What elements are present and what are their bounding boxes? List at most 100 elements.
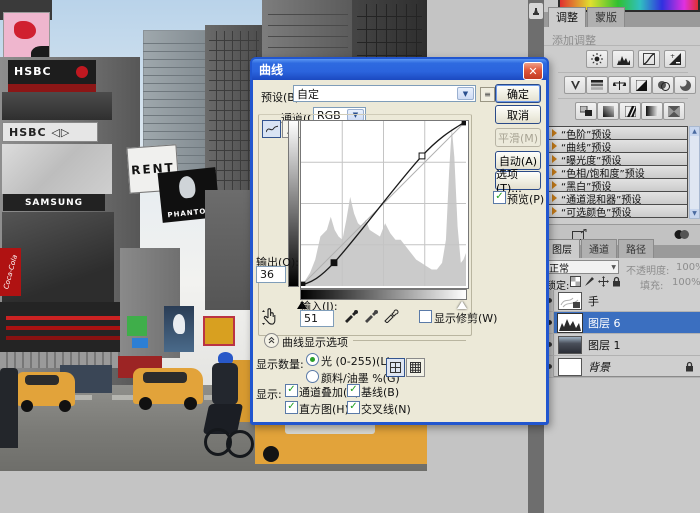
photo-hsbc-logo-1	[76, 66, 88, 78]
opacity-label: 不透明度:	[626, 262, 669, 277]
preset-group-hue-saturation[interactable]: “色相/饱和度”预设	[548, 165, 688, 179]
preset-label: “色相/饱和度”预设	[561, 165, 645, 179]
layer-thumbnail[interactable]	[558, 358, 582, 376]
layer-row-layer1[interactable]: 图层 1	[544, 334, 700, 356]
collapsed-panel-button[interactable]	[529, 3, 543, 19]
targeted-adjustment-tool-icon[interactable]	[261, 308, 279, 326]
expand-triangle-icon	[552, 207, 557, 215]
preview-checkbox[interactable]: ✓	[493, 191, 506, 204]
layer-row-layer6-selected[interactable]: 图层 6	[544, 312, 700, 334]
clip-to-layer-button[interactable]	[674, 229, 690, 240]
color-balance-icon[interactable]	[608, 76, 630, 94]
show-clipping-label: 显示修剪(W)	[434, 310, 497, 326]
preset-group-black-white[interactable]: “黑白”预设	[548, 178, 688, 192]
curves-icon[interactable]	[638, 50, 660, 68]
photo-green-billboard	[127, 316, 147, 336]
layer-row-background[interactable]: 背景	[544, 356, 700, 378]
vibrance-icon[interactable]	[564, 76, 586, 94]
selective-color-icon[interactable]	[663, 102, 685, 120]
black-white-icon[interactable]	[630, 76, 652, 94]
scroll-up-arrow-icon[interactable]: ▲	[690, 127, 699, 136]
tab-paths[interactable]: 路径	[618, 239, 654, 258]
background-lock-icon	[685, 361, 694, 372]
preset-group-selective-color[interactable]: “可选颜色”预设	[548, 204, 688, 218]
layers-panel: 图层 通道 路径 正常 ▼ 不透明度: 100% 锁定: 填充: 100%	[544, 245, 700, 377]
curve-point-tool-icon[interactable]	[262, 120, 281, 138]
preset-label: “曝光度”预设	[561, 152, 621, 166]
photo-led-streaks	[6, 316, 126, 320]
brightness-contrast-icon[interactable]	[586, 50, 608, 68]
preset-group-levels[interactable]: “色阶”预设	[548, 126, 688, 140]
channel-mixer-icon[interactable]	[674, 76, 696, 94]
white-point-slider[interactable]	[457, 301, 467, 309]
levels-icon[interactable]	[612, 50, 634, 68]
white-point-eyedropper-icon[interactable]	[383, 307, 399, 323]
layer-thumbnail[interactable]	[558, 314, 582, 332]
detailed-grid-icon[interactable]	[406, 358, 425, 377]
layer-thumbnail[interactable]	[558, 336, 582, 354]
preset-group-curves[interactable]: “曲线”预设	[548, 139, 688, 153]
photo-hsbc-text-2: HSBC	[9, 126, 47, 139]
dialog-titlebar[interactable]: 曲线	[252, 59, 547, 80]
simple-grid-icon[interactable]	[386, 358, 405, 377]
options-button[interactable]: 选项(T)...	[495, 171, 541, 190]
lock-position-move-icon[interactable]	[598, 276, 609, 287]
layer-thumbnail[interactable]	[558, 292, 582, 310]
exposure-icon[interactable]: +	[664, 50, 686, 68]
cancel-button[interactable]: 取消	[495, 105, 541, 124]
photo-filter-icon[interactable]	[652, 76, 674, 94]
hue-saturation-icon[interactable]	[586, 76, 608, 94]
channel-overlays-checkbox[interactable]: ✓	[285, 384, 298, 397]
photo-swan-billboard	[164, 306, 194, 352]
preset-options-icon[interactable]: ≡	[480, 87, 495, 102]
output-field[interactable]: 36	[256, 266, 286, 283]
opacity-value[interactable]: 100%	[676, 262, 700, 273]
layer-name: 背景	[588, 359, 610, 375]
tab-channels[interactable]: 通道	[581, 239, 617, 258]
histogram-label: 直方图(H)	[299, 401, 349, 417]
photo-taxi-center-window	[143, 372, 187, 383]
layer-name: 图层 1	[588, 337, 621, 353]
lock-all-icon[interactable]	[612, 276, 621, 287]
preset-list-scrollbar[interactable]: ▲ ▼	[689, 126, 700, 219]
preset-label: “可选颜色”预设	[561, 204, 631, 218]
intersection-checkbox[interactable]: ✓	[347, 401, 360, 414]
tab-adjustments[interactable]: 调整	[548, 7, 586, 27]
lock-pixels-brush-icon[interactable]	[584, 276, 595, 287]
show-clipping-checkbox[interactable]	[419, 310, 432, 323]
ok-button[interactable]: 确定	[495, 84, 541, 103]
black-point-eyedropper-icon[interactable]	[343, 307, 359, 323]
layer-row-hand[interactable]: 手	[544, 290, 700, 312]
close-icon[interactable]: ✕	[523, 62, 543, 80]
photo-taxi-left-wheel	[21, 400, 33, 412]
threshold-icon[interactable]	[619, 102, 641, 120]
baseline-checkbox[interactable]: ✓	[347, 384, 360, 397]
posterize-icon[interactable]	[597, 102, 619, 120]
photo-swan	[173, 314, 185, 334]
fill-value[interactable]: 100%	[672, 277, 700, 288]
collapse-section-icon[interactable]	[264, 333, 279, 348]
input-field[interactable]: 51	[300, 310, 334, 327]
scroll-down-arrow-icon[interactable]: ▼	[690, 209, 699, 218]
stamp-icon	[531, 6, 541, 16]
lock-transparency-icon[interactable]	[570, 276, 581, 287]
preset-label: “黑白”预设	[561, 178, 611, 192]
invert-icon[interactable]	[575, 102, 597, 120]
curve-graph[interactable]	[300, 120, 469, 289]
dialog-body: 预设(B): 自定 ▼ ≡ 确定 取消 平滑(M) 自动(A) 选项(T)...…	[253, 80, 546, 422]
light-radio[interactable]	[306, 353, 319, 366]
adjustments-tabbar: 调整 蒙版	[544, 12, 700, 27]
pigment-radio[interactable]	[306, 370, 319, 383]
tab-layers[interactable]: 图层	[544, 239, 580, 258]
gradient-map-icon[interactable]	[641, 102, 663, 120]
chevron-down-icon[interactable]: ▼	[457, 87, 474, 100]
blend-mode-select[interactable]: 正常 ▼	[545, 260, 619, 274]
preset-group-exposure[interactable]: “曝光度”预设	[548, 152, 688, 166]
histogram-checkbox[interactable]: ✓	[285, 401, 298, 414]
input-value: 51	[304, 312, 318, 325]
preset-select[interactable]: 自定 ▼	[293, 85, 476, 102]
photo-taxi-center-wheel	[139, 397, 152, 410]
tab-masks[interactable]: 蒙版	[587, 7, 625, 27]
gray-point-eyedropper-icon[interactable]	[363, 307, 379, 323]
preset-group-channel-mixer[interactable]: “通道混和器”预设	[548, 191, 688, 205]
